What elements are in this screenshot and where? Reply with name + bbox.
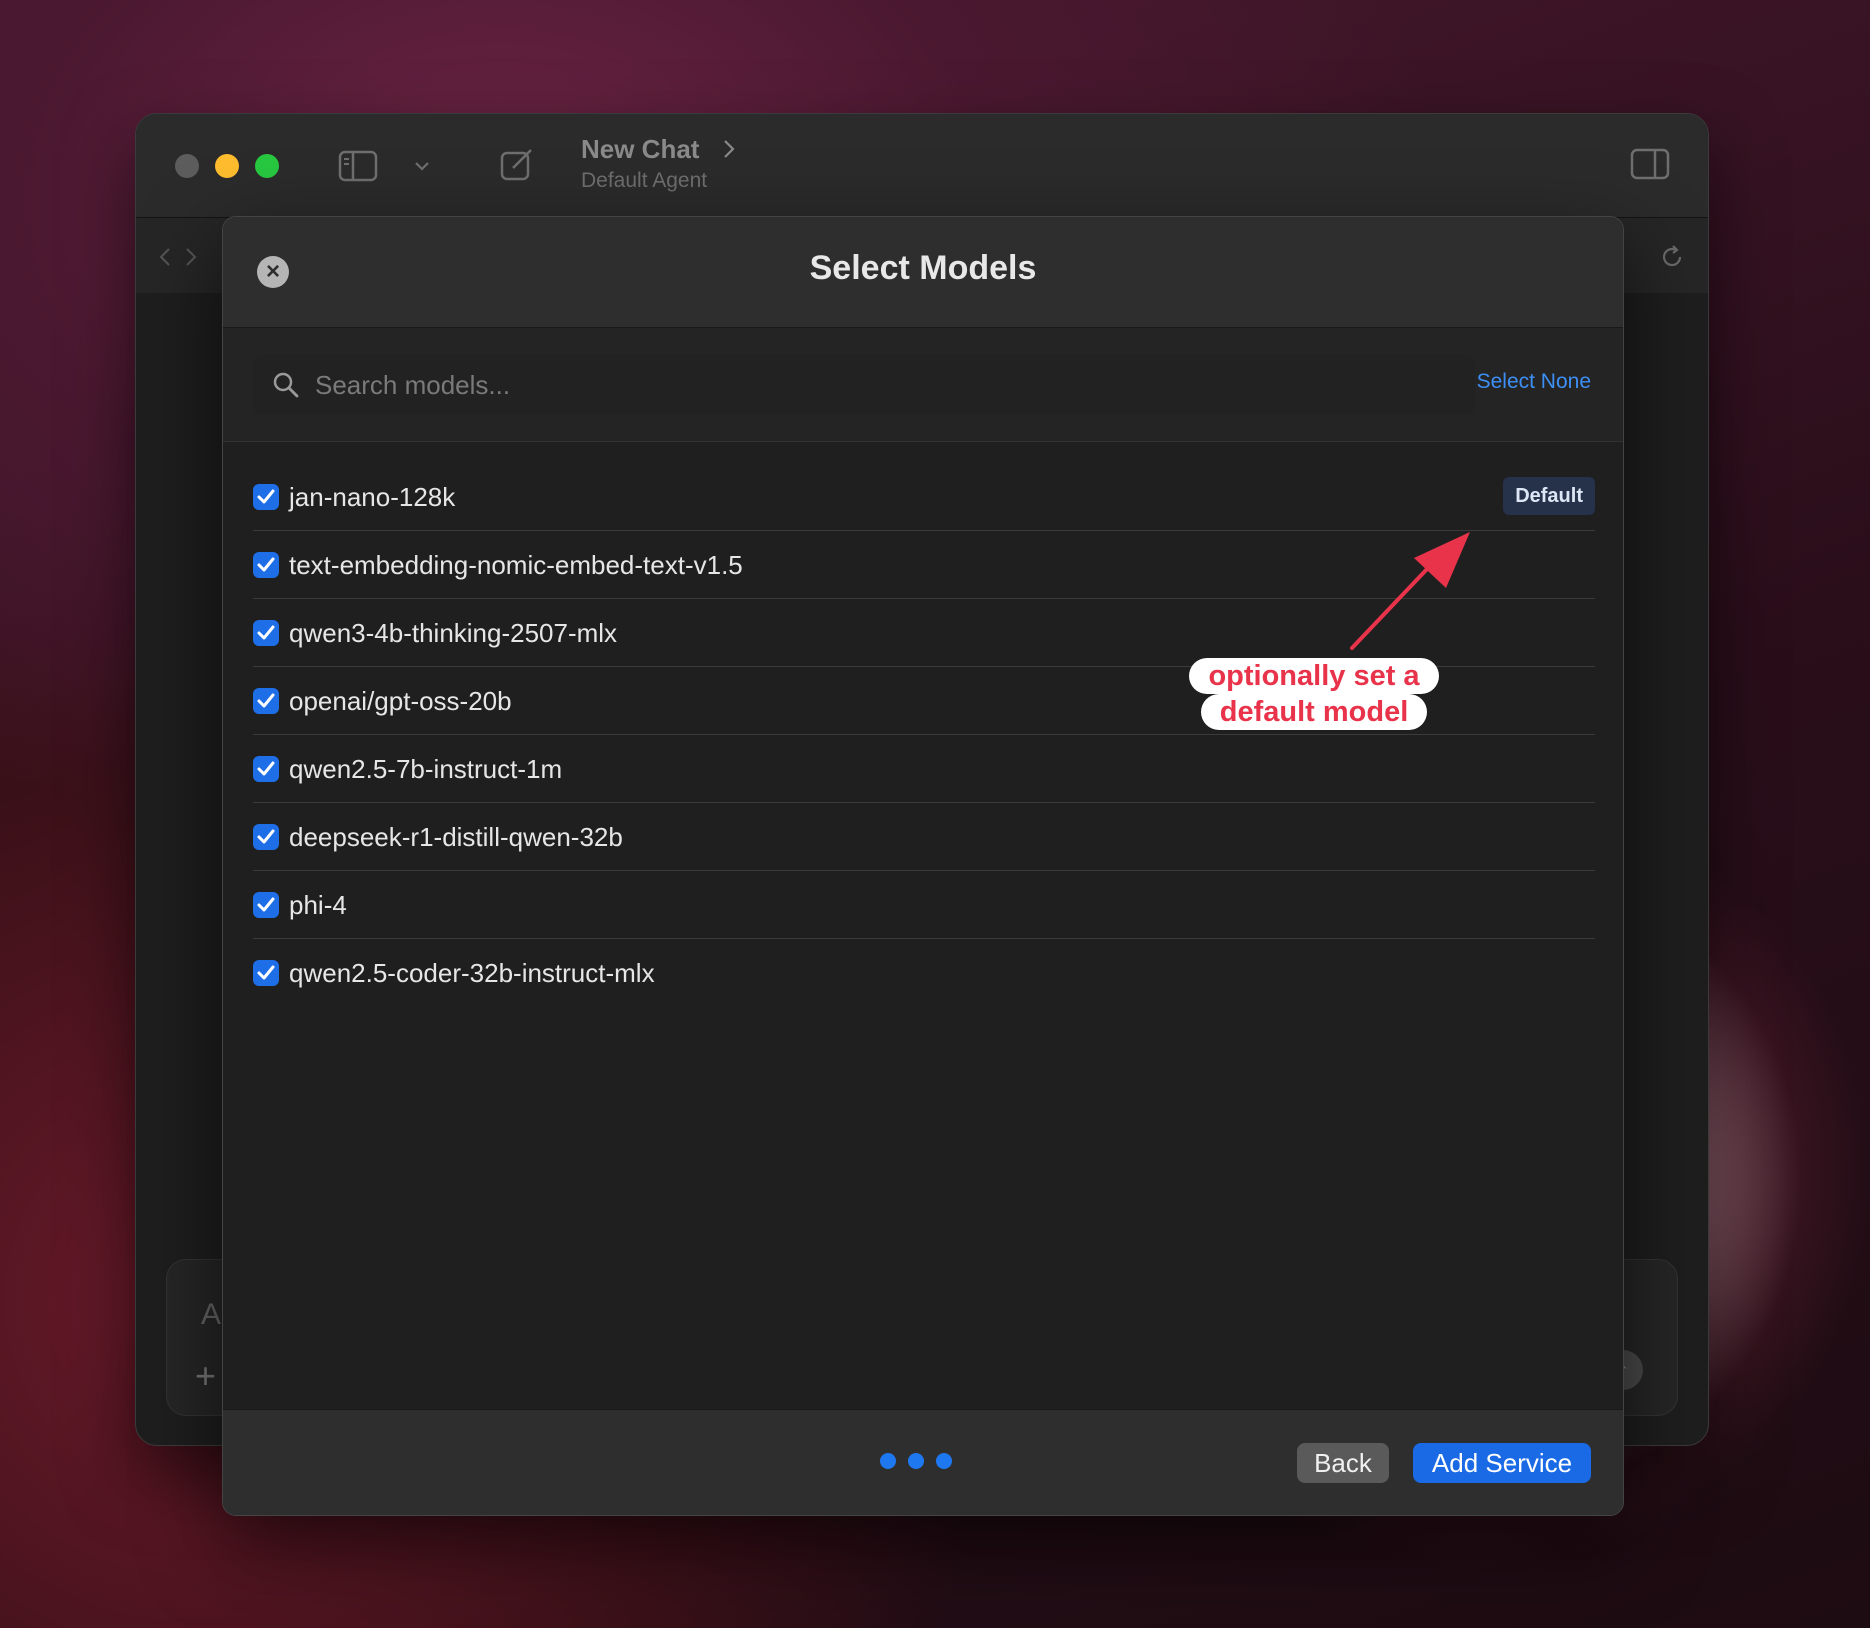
model-checkbox[interactable] <box>253 688 279 714</box>
dialog-header: × Select Models <box>223 217 1623 328</box>
window-subtitle: Default Agent <box>581 169 708 192</box>
model-name: qwen2.5-7b-instruct-1m <box>289 754 563 784</box>
model-name: text-embedding-nomic-embed-text-v1.5 <box>289 550 743 580</box>
sidebar-icon[interactable] <box>338 150 378 187</box>
step-dot <box>908 1453 924 1469</box>
reload-icon[interactable] <box>1659 244 1685 275</box>
default-badge[interactable]: Default <box>1503 477 1595 515</box>
model-list: jan-nano-128k Default text-embedding-nomic… <box>253 463 1595 1006</box>
model-row[interactable]: phi-4 <box>253 871 1595 939</box>
model-row[interactable]: jan-nano-128k Default <box>253 463 1595 531</box>
model-row[interactable]: qwen2.5-coder-32b-instruct-mlx <box>253 939 1595 1006</box>
chevron-left-icon[interactable] <box>158 246 172 273</box>
titlebar: New Chat Default Agent <box>136 114 1708 218</box>
annotation-callout: optionally set a default model <box>1178 658 1450 730</box>
select-models-dialog: × Select Models Select None jan-nano-128… <box>222 216 1624 1516</box>
model-row[interactable]: qwen2.5-7b-instruct-1m <box>253 735 1595 803</box>
search-section: Select None <box>223 328 1623 442</box>
chevron-right-icon[interactable] <box>184 246 198 273</box>
search-input[interactable] <box>315 355 1455 415</box>
step-indicator <box>880 1453 964 1474</box>
annotation-line-2: default model <box>1200 694 1428 730</box>
model-row[interactable]: qwen3-4b-thinking-2507-mlx <box>253 599 1595 667</box>
model-checkbox[interactable] <box>253 756 279 782</box>
model-checkbox[interactable] <box>253 552 279 578</box>
model-checkbox[interactable] <box>253 620 279 646</box>
compose-icon[interactable] <box>499 146 535 187</box>
dialog-title: Select Models <box>809 249 1037 287</box>
window-title: New Chat <box>581 134 735 165</box>
back-button[interactable]: Back <box>1297 1443 1389 1483</box>
message-input-placeholder: A <box>201 1298 222 1331</box>
window-zoom-button[interactable] <box>255 154 279 178</box>
search-icon <box>272 371 300 404</box>
model-name: phi-4 <box>289 890 347 920</box>
step-dot <box>880 1453 896 1469</box>
add-service-button[interactable]: Add Service <box>1413 1443 1591 1483</box>
model-checkbox[interactable] <box>253 484 279 510</box>
step-dot <box>936 1453 952 1469</box>
model-name: qwen3-4b-thinking-2507-mlx <box>289 618 618 648</box>
model-row[interactable]: deepseek-r1-distill-qwen-32b <box>253 803 1595 871</box>
select-none-link[interactable]: Select None <box>1477 370 1591 394</box>
model-name: deepseek-r1-distill-qwen-32b <box>289 822 623 852</box>
chevron-down-icon[interactable] <box>414 158 430 179</box>
model-checkbox[interactable] <box>253 824 279 850</box>
annotation-line-1: optionally set a <box>1189 658 1439 694</box>
chevron-right-icon[interactable] <box>722 136 736 167</box>
model-name: openai/gpt-oss-20b <box>289 686 512 716</box>
model-checkbox[interactable] <box>253 960 279 986</box>
search-box[interactable] <box>253 355 1475 415</box>
plus-icon[interactable]: + <box>195 1355 216 1397</box>
model-name: qwen2.5-coder-32b-instruct-mlx <box>289 958 655 988</box>
window-close-button[interactable] <box>175 154 199 178</box>
model-row[interactable]: text-embedding-nomic-embed-text-v1.5 <box>253 531 1595 599</box>
model-name: jan-nano-128k <box>289 482 456 512</box>
right-panel-icon[interactable] <box>1630 148 1670 185</box>
dialog-footer: Back Add Service <box>223 1409 1623 1515</box>
model-checkbox[interactable] <box>253 892 279 918</box>
window-title-text: New Chat <box>581 134 700 164</box>
window-minimize-button[interactable] <box>215 154 239 178</box>
